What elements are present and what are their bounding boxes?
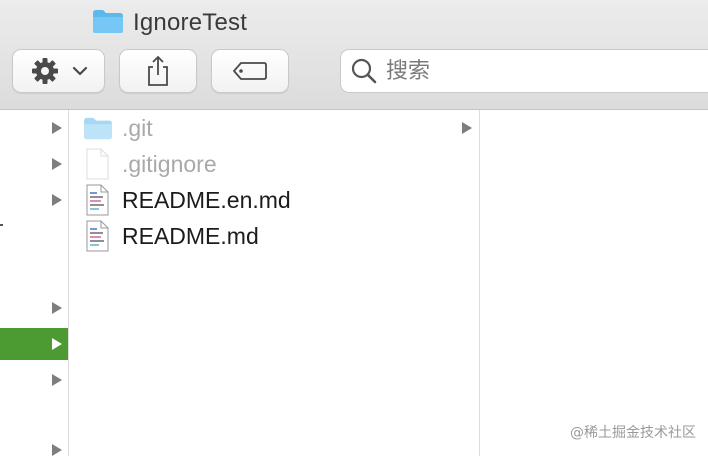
clipped-text-fragment (0, 224, 3, 226)
list-item-label: .git (122, 114, 153, 141)
list-item-gitignore[interactable]: .gitignore (69, 146, 479, 182)
share-icon (145, 55, 171, 87)
watermark: @稀土掘金技术社区 (570, 425, 696, 441)
search-icon (350, 57, 378, 85)
edit-tags-button[interactable] (211, 49, 289, 93)
list-item-git-folder[interactable]: .git (69, 110, 479, 146)
folder-icon (92, 8, 124, 39)
tag-icon (231, 60, 269, 82)
list-item-readme[interactable]: README.md (69, 218, 479, 254)
disclosure-arrow-icon[interactable] (52, 122, 62, 134)
chevron-down-icon (72, 66, 88, 76)
folder-icon (83, 116, 113, 145)
disclosure-arrow-icon[interactable] (52, 374, 62, 386)
search-field[interactable] (340, 49, 708, 93)
browser-column-contents[interactable]: .git .gitignore README.en.md README.md (69, 110, 480, 456)
disclosure-arrow-icon[interactable] (52, 444, 62, 456)
window-title-text: IgnoreTest (133, 9, 248, 36)
share-button[interactable] (119, 49, 197, 93)
disclosure-arrow-icon[interactable] (52, 338, 62, 350)
browser-column-preview[interactable] (480, 110, 708, 456)
list-item-label: .gitignore (122, 150, 217, 177)
markdown-file-icon (85, 220, 109, 257)
markdown-file-icon (85, 184, 109, 221)
browser-column-parent[interactable] (0, 110, 69, 456)
list-item-label: README.md (122, 222, 259, 249)
disclosure-arrow-icon[interactable] (462, 122, 472, 134)
window-toolbar: IgnoreTest (0, 0, 708, 110)
search-input[interactable] (386, 58, 686, 84)
window-title: IgnoreTest (92, 7, 247, 39)
document-icon (85, 148, 109, 185)
disclosure-arrow-icon[interactable] (52, 158, 62, 170)
gear-icon (30, 56, 60, 86)
disclosure-arrow-icon[interactable] (52, 302, 62, 314)
disclosure-arrow-icon[interactable] (52, 194, 62, 206)
list-item-label: README.en.md (122, 186, 291, 213)
list-item-readme-en[interactable]: README.en.md (69, 182, 479, 218)
action-menu-button[interactable] (12, 49, 105, 93)
selected-row[interactable] (0, 328, 68, 360)
